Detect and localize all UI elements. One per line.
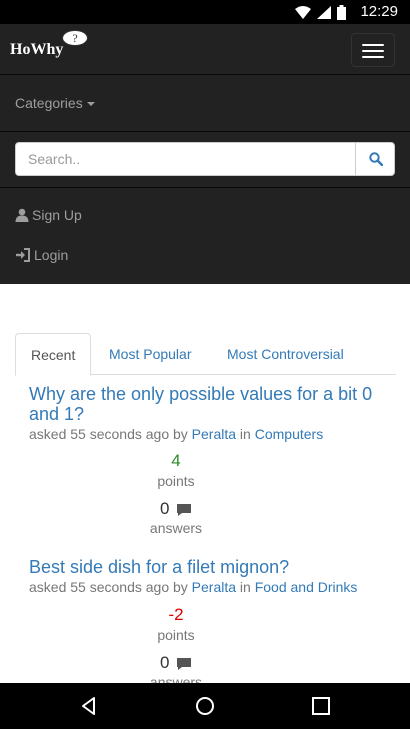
categories-label: Categories xyxy=(15,95,83,111)
question-item: Why are the only possible values for a b… xyxy=(29,384,389,442)
in-text: in xyxy=(239,426,251,442)
signup-label: Sign Up xyxy=(32,207,82,223)
login-label: Login xyxy=(34,247,69,263)
points-value: 4 xyxy=(171,451,181,470)
navbar: HoWhy ? Categories Sign Up Login xyxy=(0,24,410,284)
question-meta: asked 55 seconds ago by Peralta in Compu… xyxy=(29,426,389,442)
asked-text: asked 55 seconds ago by xyxy=(29,579,188,595)
search-icon xyxy=(369,152,383,166)
categories-dropdown[interactable]: Categories xyxy=(15,95,95,111)
tab-recent[interactable]: Recent xyxy=(15,333,92,376)
hamburger-bar xyxy=(362,56,384,58)
status-bar: 12:29 xyxy=(0,0,410,24)
answers-value: 0 xyxy=(160,653,170,672)
question-title[interactable]: Best side dish for a filet mignon? xyxy=(29,557,389,577)
answers-count: 0 xyxy=(0,653,352,673)
answers-label: answers xyxy=(149,520,203,536)
question-item: Best side dish for a filet mignon? asked… xyxy=(29,557,389,595)
answers-value: 0 xyxy=(160,499,170,518)
system-nav-bar xyxy=(0,683,410,729)
divider xyxy=(0,74,410,75)
points-block: 4 points xyxy=(0,450,352,490)
question-title[interactable]: Why are the only possible values for a b… xyxy=(29,384,389,424)
points-block: -2 points xyxy=(0,604,352,644)
brand-logo[interactable]: HoWhy xyxy=(10,41,63,59)
status-icons xyxy=(295,5,346,20)
wifi-icon xyxy=(295,6,311,19)
search-button[interactable] xyxy=(355,142,395,176)
question-tabs: Recent Most Popular Most Controversial xyxy=(15,333,396,376)
question-meta: asked 55 seconds ago by Peralta in Food … xyxy=(29,579,389,595)
login-link[interactable]: Login xyxy=(15,247,68,263)
author-link[interactable]: Peralta xyxy=(192,426,236,442)
back-icon[interactable] xyxy=(79,696,99,716)
search-input[interactable] xyxy=(15,142,356,176)
category-link[interactable]: Food and Drinks xyxy=(255,579,358,595)
menu-toggle-button[interactable] xyxy=(351,33,395,67)
answers-block: 0 answers xyxy=(0,499,352,537)
comment-icon xyxy=(176,657,191,670)
caret-down-icon xyxy=(86,102,95,107)
comment-icon xyxy=(176,503,191,516)
divider xyxy=(0,187,410,188)
recents-icon[interactable] xyxy=(312,697,330,715)
signup-link[interactable]: Sign Up xyxy=(15,207,82,223)
category-link[interactable]: Computers xyxy=(255,426,323,442)
points-value: -2 xyxy=(168,605,184,624)
login-icon xyxy=(16,248,30,262)
divider xyxy=(0,131,410,132)
points-label: points xyxy=(157,473,195,489)
author-link[interactable]: Peralta xyxy=(192,579,236,595)
asked-text: asked 55 seconds ago by xyxy=(29,426,188,442)
answers-count: 0 xyxy=(0,499,352,519)
battery-icon xyxy=(337,5,346,20)
brand-question-bubble-icon: ? xyxy=(62,30,88,46)
points-label: points xyxy=(157,627,195,643)
home-icon[interactable] xyxy=(195,696,215,716)
user-icon xyxy=(15,208,29,222)
hamburger-bar xyxy=(362,44,384,46)
signal-icon xyxy=(317,6,331,19)
tab-most-popular[interactable]: Most Popular xyxy=(94,333,206,375)
hamburger-bar xyxy=(362,50,384,52)
status-time: 12:29 xyxy=(360,3,398,20)
tab-most-controversial[interactable]: Most Controversial xyxy=(212,333,359,375)
in-text: in xyxy=(239,579,251,595)
